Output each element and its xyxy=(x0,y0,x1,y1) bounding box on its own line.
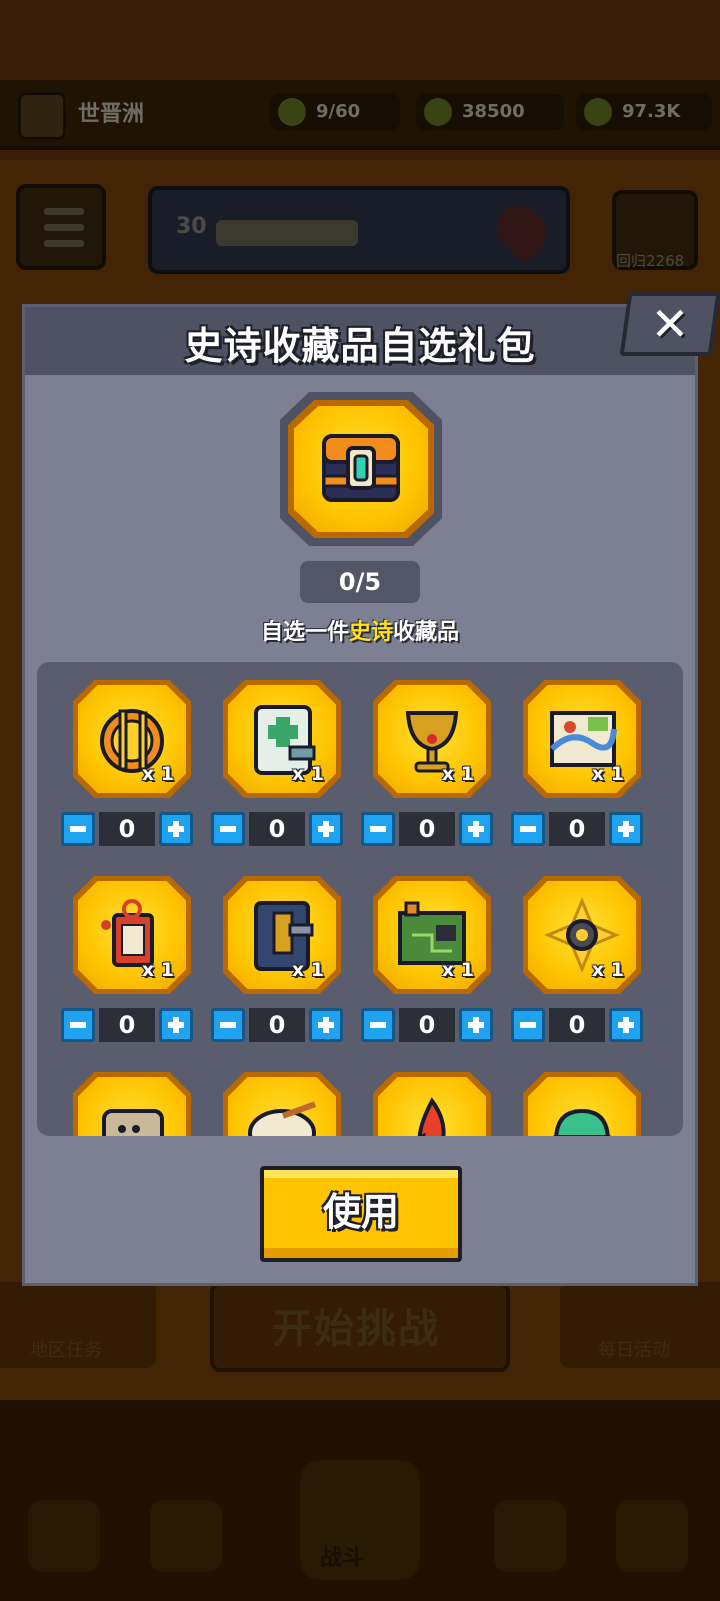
collectible-tile: x 1 xyxy=(223,876,341,994)
quantity-stepper: 0 xyxy=(511,1008,645,1042)
quantity-stepper: 0 xyxy=(511,812,645,846)
selected-count: 0 xyxy=(399,812,455,846)
close-button[interactable]: ✕ xyxy=(619,292,720,356)
bowl-icon xyxy=(248,1101,317,1136)
selected-count: 0 xyxy=(249,812,305,846)
increase-button[interactable] xyxy=(609,812,643,846)
selected-count: 0 xyxy=(549,812,605,846)
selected-count: 0 xyxy=(549,1008,605,1042)
increase-button[interactable] xyxy=(459,812,493,846)
collectible-tile-inner: x 1 xyxy=(528,685,636,793)
quantity-stepper: 0 xyxy=(61,1008,195,1042)
use-button-label: 使用 xyxy=(322,1190,399,1234)
item-quantity: x 1 xyxy=(141,959,174,981)
ancient-tablet-icon xyxy=(102,1109,164,1136)
collectible-item[interactable]: x 1 0 xyxy=(59,662,199,846)
increase-button[interactable] xyxy=(309,812,343,846)
increase-button[interactable] xyxy=(459,1008,493,1042)
item-quantity: x 1 xyxy=(141,763,174,785)
collectible-item[interactable]: x 1 0 xyxy=(359,848,499,1042)
collectible-item[interactable]: x 1 0 xyxy=(509,848,649,1042)
collectible-tile: x 1 xyxy=(73,680,191,798)
decrease-button[interactable] xyxy=(211,812,245,846)
increase-button[interactable] xyxy=(609,1008,643,1042)
collectible-item[interactable]: x 1 0 xyxy=(59,848,199,1042)
collectible-item[interactable] xyxy=(359,1044,499,1136)
item-quantity: x 1 xyxy=(591,763,624,785)
collectible-tile-inner xyxy=(378,1077,486,1136)
dialog-header: 史诗收藏品自选礼包 xyxy=(25,307,695,375)
collectible-item[interactable]: x 1 0 xyxy=(209,662,349,846)
selection-progress: 0/5 xyxy=(300,561,420,603)
quantity-stepper: 0 xyxy=(61,812,195,846)
dialog-title: 史诗收藏品自选礼包 xyxy=(184,324,536,368)
subtitle-suffix: 收藏品 xyxy=(393,620,460,645)
use-button[interactable]: 使用 xyxy=(260,1166,462,1262)
collectible-tile-inner: x 1 xyxy=(228,685,336,793)
item-quantity: x 1 xyxy=(441,763,474,785)
collectible-tile xyxy=(223,1072,341,1136)
chest-tile xyxy=(288,400,434,538)
item-quantity: x 1 xyxy=(291,763,324,785)
collectible-item[interactable]: x 1 0 xyxy=(359,662,499,846)
decrease-button[interactable] xyxy=(211,1008,245,1042)
subtitle-prefix: 自选一件 xyxy=(260,620,349,645)
collectible-tile: x 1 xyxy=(373,680,491,798)
item-quantity: x 1 xyxy=(441,959,474,981)
treasure-chest-icon xyxy=(322,434,400,502)
quantity-stepper: 0 xyxy=(361,1008,495,1042)
increase-button[interactable] xyxy=(159,1008,193,1042)
collectible-tile xyxy=(73,1072,191,1136)
collectible-tile: x 1 xyxy=(73,876,191,994)
collectible-grid[interactable]: x 1 0 x 1 0 x 1 0 x 1 0 x 1 0 x 1 0 x 1 0 x 1 0 xyxy=(37,662,683,1136)
quantity-stepper: 0 xyxy=(361,812,495,846)
chest-frame xyxy=(280,392,442,546)
collectible-tile-inner xyxy=(78,1077,186,1136)
item-quantity: x 1 xyxy=(591,959,624,981)
collectible-item[interactable] xyxy=(59,1044,199,1136)
helmet-icon xyxy=(550,1108,614,1136)
dialog-subtitle: 自选一件史诗收藏品 xyxy=(0,614,720,646)
decrease-button[interactable] xyxy=(361,812,395,846)
collectible-tile-inner: x 1 xyxy=(78,685,186,793)
collectible-item[interactable]: x 1 0 xyxy=(209,848,349,1042)
selected-count: 0 xyxy=(99,812,155,846)
collectible-tile xyxy=(373,1072,491,1136)
collectible-tile-inner xyxy=(528,1077,636,1136)
flame-icon xyxy=(402,1097,446,1136)
collectible-tile xyxy=(523,1072,641,1136)
decrease-button[interactable] xyxy=(361,1008,395,1042)
selected-count: 0 xyxy=(399,1008,455,1042)
decrease-button[interactable] xyxy=(61,812,95,846)
collectible-tile-inner: x 1 xyxy=(378,881,486,989)
collectible-tile-inner xyxy=(228,1077,336,1136)
selected-count: 0 xyxy=(99,1008,155,1042)
increase-button[interactable] xyxy=(159,812,193,846)
collectible-tile: x 1 xyxy=(373,876,491,994)
collectible-item[interactable] xyxy=(509,1044,649,1136)
decrease-button[interactable] xyxy=(511,812,545,846)
collectible-tile: x 1 xyxy=(223,680,341,798)
collectible-tile-inner: x 1 xyxy=(528,881,636,989)
chest-tile-inner xyxy=(294,406,428,532)
collectible-tile: x 1 xyxy=(523,876,641,994)
collectible-tile-inner: x 1 xyxy=(228,881,336,989)
collectible-tile-inner: x 1 xyxy=(78,881,186,989)
quantity-stepper: 0 xyxy=(211,1008,345,1042)
collectible-tile: x 1 xyxy=(523,680,641,798)
item-quantity: x 1 xyxy=(291,959,324,981)
close-icon: ✕ xyxy=(650,297,690,351)
collectible-item[interactable]: x 1 0 xyxy=(509,662,649,846)
decrease-button[interactable] xyxy=(511,1008,545,1042)
collectible-tile-inner: x 1 xyxy=(378,685,486,793)
decrease-button[interactable] xyxy=(61,1008,95,1042)
collectible-item[interactable] xyxy=(209,1044,349,1136)
quantity-stepper: 0 xyxy=(211,812,345,846)
subtitle-highlight: 史诗 xyxy=(348,620,393,645)
selected-count: 0 xyxy=(249,1008,305,1042)
increase-button[interactable] xyxy=(309,1008,343,1042)
